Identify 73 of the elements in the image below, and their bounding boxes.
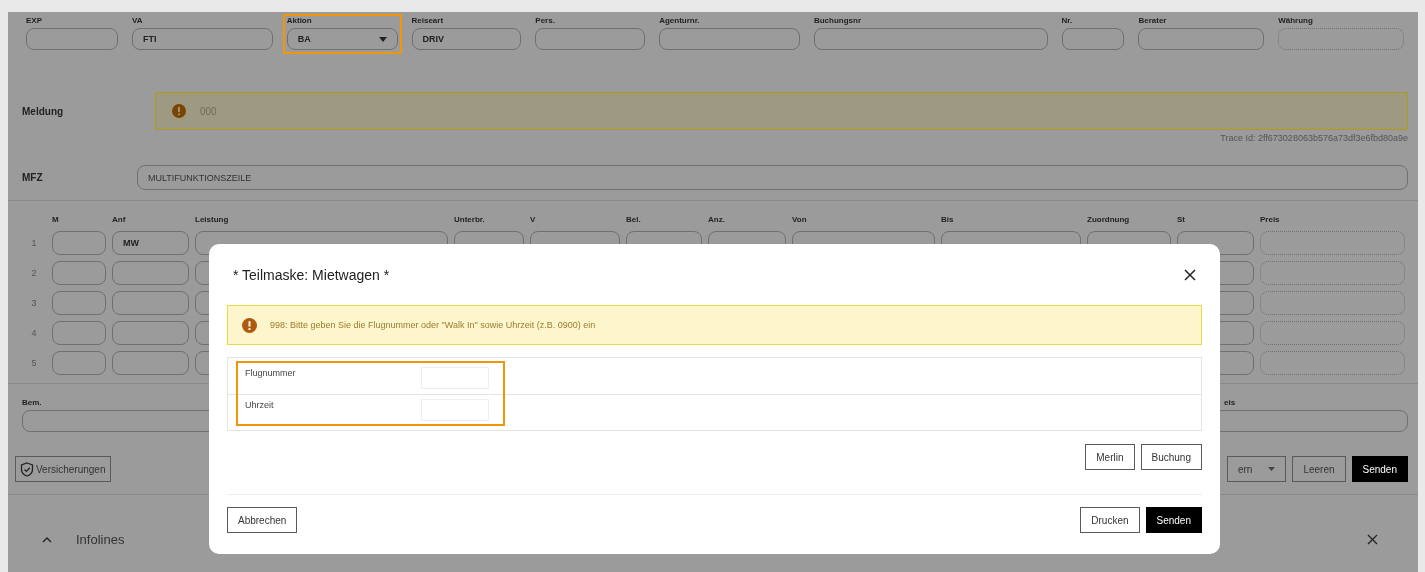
- row-number: 2: [31, 268, 37, 278]
- table-input[interactable]: [112, 291, 189, 315]
- action-button[interactable]: Leeren: [1292, 456, 1346, 482]
- table-input[interactable]: [52, 261, 106, 285]
- select-field[interactable]: BA: [286, 28, 398, 50]
- column-header: Unterbr.: [454, 215, 485, 224]
- field-label: Nr.: [1061, 16, 1073, 26]
- field-label: Reiseart: [411, 16, 444, 26]
- input-field[interactable]: [659, 28, 800, 50]
- caret-icon: [378, 36, 387, 42]
- field-label: VA: [131, 16, 143, 26]
- insurance-button[interactable]: Versicherungen: [15, 456, 111, 482]
- field-label: Aktion: [286, 16, 312, 26]
- field-label: Flugnummer: [245, 367, 297, 378]
- field-label: EXP: [26, 16, 42, 26]
- table-input[interactable]: MW: [112, 231, 189, 255]
- close-icon[interactable]: [1367, 534, 1378, 545]
- row-number: 3: [31, 298, 37, 308]
- field-label: Agenturnr.: [659, 16, 700, 26]
- column-header: St: [1177, 215, 1185, 224]
- column-header: Zuordnung: [1087, 215, 1130, 224]
- column-header: Anf: [112, 215, 126, 224]
- column-header: Anz.: [708, 215, 725, 224]
- column-header: M: [52, 215, 59, 224]
- dialog-button[interactable]: Senden: [1145, 507, 1202, 533]
- field-label: Pers.: [535, 16, 555, 26]
- column-header: Von: [792, 215, 807, 224]
- dropdown-button[interactable]: ern: [1226, 456, 1287, 482]
- field-label: Bem.: [22, 398, 42, 408]
- shield-check-icon: [20, 461, 34, 477]
- row-number: 4: [31, 328, 37, 338]
- caret-icon: [1268, 467, 1276, 471]
- warning-icon: [172, 104, 186, 118]
- input-field[interactable]: DRIV: [411, 28, 522, 50]
- warning-text: 998: Bitte geben Sie die Flugnummer oder "Walk In" sowie Uhrzeit (z.B. 0900) ein: [270, 320, 596, 330]
- table-input[interactable]: [112, 351, 189, 375]
- trace-id: Trace Id: 2ff673028063b576a73df3e6fbd80a9e: [1220, 133, 1408, 143]
- input-field[interactable]: [26, 28, 118, 50]
- table-input[interactable]: [52, 321, 106, 345]
- dialog-button[interactable]: Drucken: [1080, 507, 1140, 533]
- input-field[interactable]: [813, 28, 1048, 50]
- field-label: eis: [1223, 398, 1236, 408]
- input-field[interactable]: [1138, 28, 1265, 50]
- close-icon[interactable]: [1184, 269, 1196, 281]
- input-field[interactable]: [1061, 28, 1125, 50]
- field-label: Buchungsnr: [813, 16, 861, 26]
- warning-icon: [242, 317, 257, 333]
- field-label: Uhrzeit: [245, 399, 275, 410]
- cancel-button[interactable]: Abbrechen: [227, 507, 298, 533]
- field-label: Berater: [1138, 16, 1167, 26]
- row-number: 1: [31, 238, 37, 248]
- input-field[interactable]: MULTIFUNKTIONSZEILE: [137, 165, 1408, 190]
- infolines-title: Infolines: [76, 532, 125, 547]
- dialog-button[interactable]: Buchung: [1140, 444, 1202, 470]
- dialog-title: * Teilmaske: Mietwagen *: [233, 267, 390, 283]
- table-input[interactable]: [112, 321, 189, 345]
- column-header: V: [530, 215, 536, 224]
- table-input[interactable]: [52, 351, 106, 375]
- column-header: Leistung: [195, 215, 229, 224]
- column-header: Bel.: [626, 215, 641, 224]
- dialog-button[interactable]: Merlin: [1085, 444, 1135, 470]
- field-label: Währung: [1278, 16, 1313, 26]
- input-field[interactable]: [535, 28, 646, 50]
- action-button[interactable]: Senden: [1351, 456, 1408, 482]
- column-header: Bis: [941, 215, 954, 224]
- table-input[interactable]: [112, 261, 189, 285]
- column-header: Preis: [1260, 215, 1280, 224]
- row-number: 5: [31, 358, 37, 368]
- table-input[interactable]: [52, 231, 106, 255]
- field-label: Meldung: [22, 105, 65, 117]
- input-field[interactable]: FTI: [131, 28, 273, 50]
- chevron-up-icon[interactable]: [42, 536, 52, 543]
- table-input[interactable]: [52, 291, 106, 315]
